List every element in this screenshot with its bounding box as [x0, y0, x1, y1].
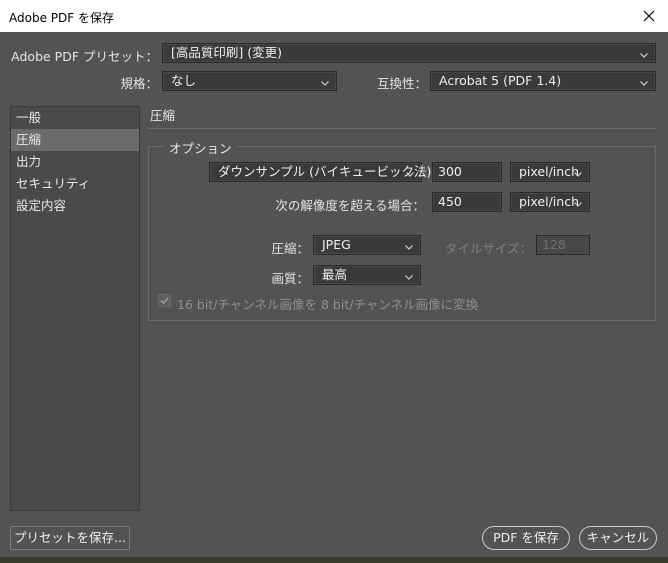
sidebar: 一般 圧縮 出力 セキュリティ 設定内容 [10, 106, 140, 511]
divider [148, 128, 656, 129]
threshold-unit-value: pixel/inch [519, 194, 579, 209]
quality-value: 最高 [322, 267, 348, 282]
convert-16bit-label: 16 bit/チャンネル画像を 8 bit/チャンネル画像に変換 [177, 297, 479, 312]
title-bar: Adobe PDF を保存 [0, 0, 668, 32]
compression-label: 圧縮： [271, 241, 309, 256]
chevron-down-icon [404, 269, 414, 280]
threshold-label: 次の解像度を超える場合： [275, 198, 425, 213]
threshold-input[interactable]: 450 [432, 192, 502, 212]
standard-dropdown[interactable]: なし [162, 71, 337, 91]
threshold-unit-dropdown[interactable]: pixel/inch [510, 192, 590, 212]
compression-dropdown[interactable]: JPEG [313, 235, 421, 255]
downsample-resolution-input[interactable]: 300 [432, 162, 502, 182]
sidebar-item-general[interactable]: 一般 [11, 107, 139, 129]
chevron-down-icon [404, 239, 414, 250]
compatibility-dropdown[interactable]: Acrobat 5 (PDF 1.4) [430, 71, 656, 91]
preset-label: Adobe PDF プリセット： [11, 49, 158, 64]
background-strip [0, 557, 668, 563]
cancel-button[interactable]: キャンセル [579, 526, 657, 550]
compression-value: JPEG [322, 237, 351, 252]
downsample-unit-value: pixel/inch [519, 164, 579, 179]
sidebar-item-output[interactable]: 出力 [11, 151, 139, 173]
options-legend: オプション [164, 138, 237, 157]
preset-value: [高品質印刷] (変更) [171, 45, 282, 60]
convert-16bit-checkbox[interactable] [158, 294, 171, 307]
window-title: Adobe PDF を保存 [9, 11, 114, 25]
downsample-method-dropdown[interactable]: ダウンサンプル (バイキュービック法) [209, 162, 431, 182]
tile-size-input[interactable]: 128 [536, 235, 590, 255]
chevron-down-icon [320, 75, 330, 86]
tile-size-label: タイルサイズ： [444, 241, 532, 256]
preset-dropdown[interactable]: [高品質印刷] (変更) [162, 43, 656, 63]
sidebar-item-security[interactable]: セキュリティ [11, 173, 139, 195]
downsample-unit-dropdown[interactable]: pixel/inch [510, 162, 590, 182]
chevron-down-icon [405, 166, 415, 177]
chevron-down-icon [639, 47, 649, 58]
save-preset-button[interactable]: プリセットを保存... [10, 526, 130, 550]
section-title: 圧縮 [150, 108, 176, 123]
close-icon[interactable] [638, 5, 660, 27]
save-pdf-button[interactable]: PDF を保存 [482, 526, 570, 550]
compatibility-label: 互換性： [376, 76, 427, 91]
quality-dropdown[interactable]: 最高 [313, 265, 421, 285]
chevron-down-icon [639, 75, 649, 86]
standard-value: なし [171, 73, 197, 88]
downsample-method-value: ダウンサンプル (バイキュービック法) [218, 164, 432, 179]
quality-label: 画質： [271, 271, 309, 286]
standard-label: 規格： [120, 76, 158, 91]
chevron-down-icon [573, 196, 583, 207]
chevron-down-icon [573, 166, 583, 177]
sidebar-item-compression[interactable]: 圧縮 [11, 129, 139, 151]
compatibility-value: Acrobat 5 (PDF 1.4) [439, 73, 562, 88]
sidebar-item-summary[interactable]: 設定内容 [11, 195, 139, 217]
